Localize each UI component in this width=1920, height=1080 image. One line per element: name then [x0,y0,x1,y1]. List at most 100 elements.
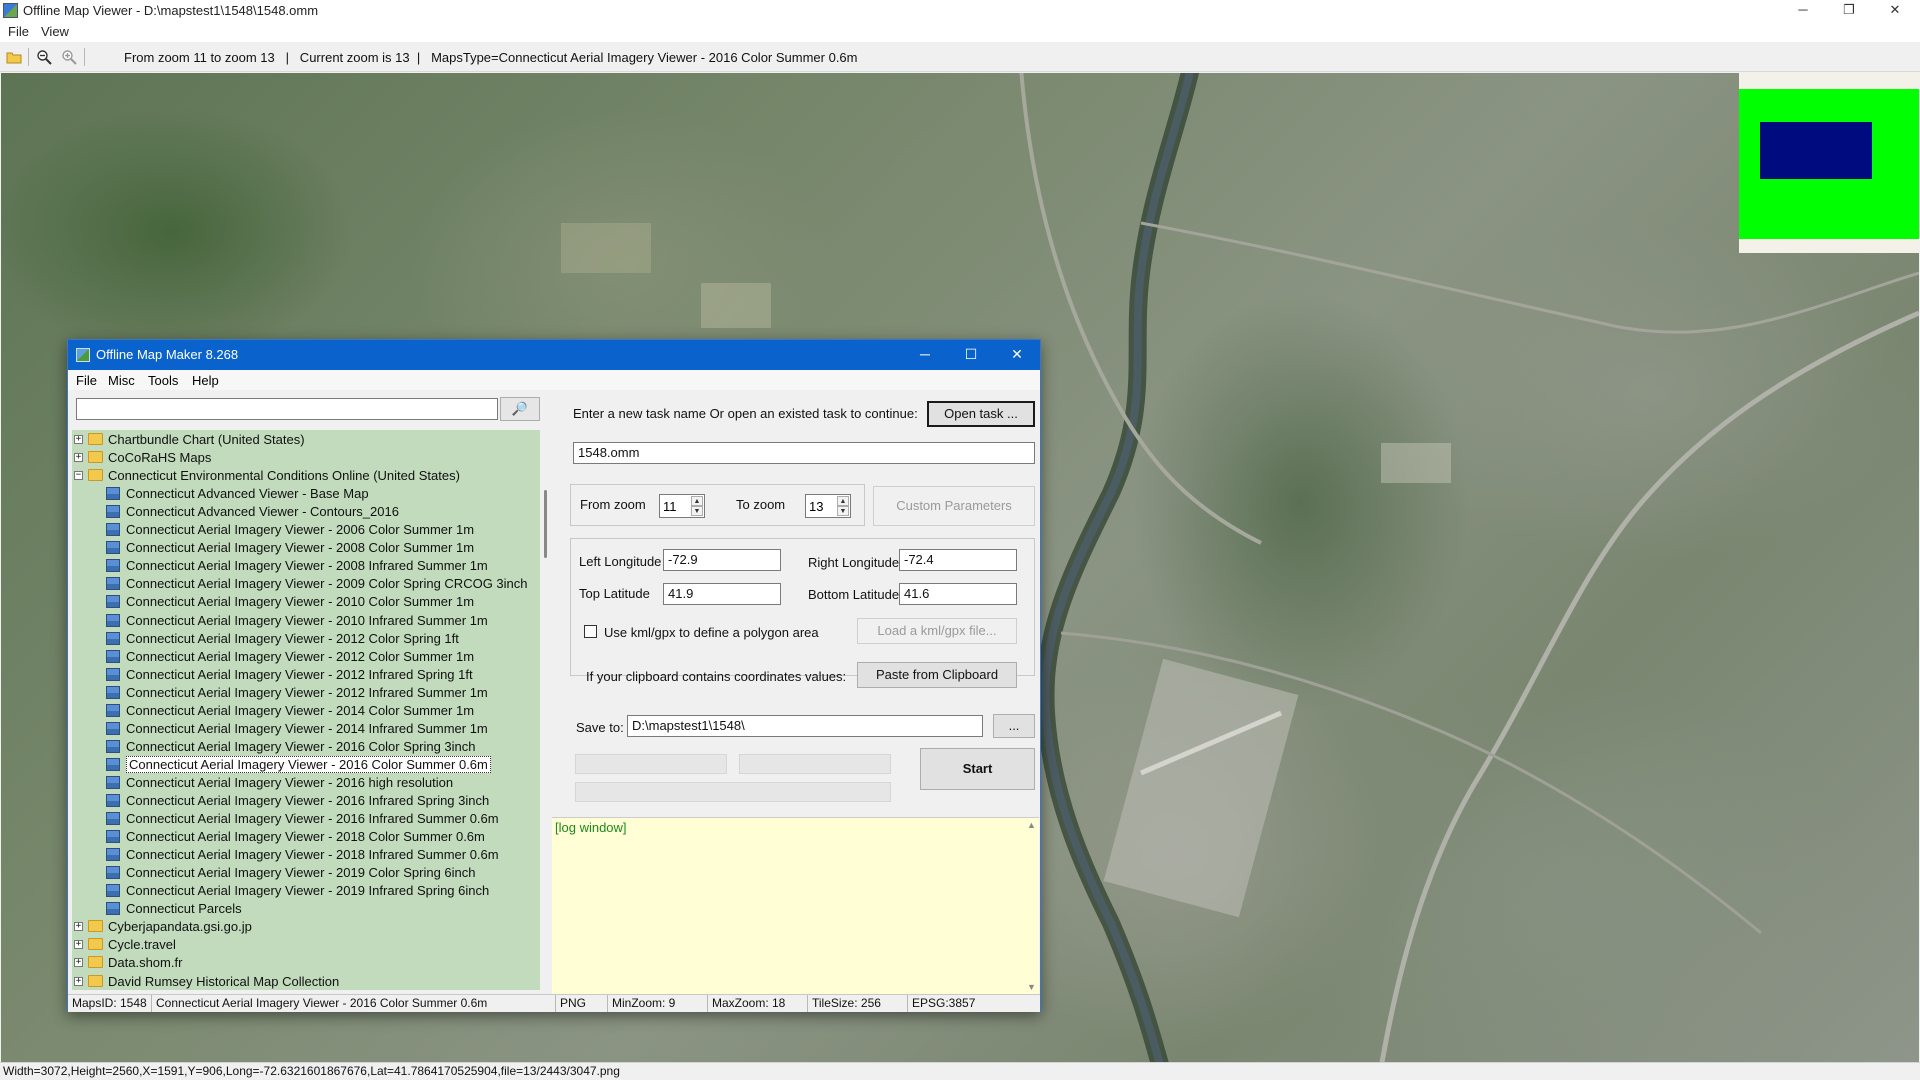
dialog-maximize-button[interactable]: ☐ [948,340,994,370]
close-button[interactable]: ✕ [1872,0,1918,22]
spin-up-icon[interactable]: ▲ [837,496,849,506]
bottom-latitude-input[interactable]: 41.6 [899,583,1017,605]
tree-scroll-thumb[interactable] [544,490,547,558]
zoom-in-icon[interactable] [61,49,77,65]
tree-map-node[interactable]: Connecticut Aerial Imagery Viewer - 2016… [72,792,530,810]
dialog-menu-tools[interactable]: Tools [148,373,178,388]
tree-folder-node[interactable]: + Cycle.travel [72,936,530,954]
paste-clipboard-button[interactable]: Paste from Clipboard [857,662,1017,688]
log-scrollbar[interactable]: ▲ ▼ [1025,818,1039,996]
tree-node-label: Connecticut Aerial Imagery Viewer - 2010… [126,594,475,610]
dialog-menu-file[interactable]: File [76,373,97,388]
minimize-button[interactable]: ─ [1780,0,1826,22]
expand-icon[interactable]: + [74,940,83,950]
tree-map-node[interactable]: Connecticut Aerial Imagery Viewer - 2012… [72,648,530,666]
dialog-menu-misc[interactable]: Misc [108,373,135,388]
expand-icon[interactable]: + [74,453,83,463]
spin-down-icon[interactable]: ▼ [691,506,703,516]
map-layer-icon [106,523,120,537]
tree-node-label: Connecticut Aerial Imagery Viewer - 2006… [126,522,475,538]
collapse-icon[interactable]: − [74,471,83,481]
right-longitude-input[interactable]: -72.4 [899,549,1017,571]
top-latitude-input[interactable]: 41.9 [663,583,781,605]
toolbar: From zoom 11 to zoom 13 | Current zoom i… [0,42,1920,72]
tree-map-node[interactable]: Connecticut Aerial Imagery Viewer - 2016… [72,774,530,792]
tree-node-label: Connecticut Aerial Imagery Viewer - 2016… [126,811,499,827]
tree-map-node[interactable]: Connecticut Aerial Imagery Viewer - 2008… [72,557,530,575]
expand-icon[interactable]: + [74,922,83,932]
left-longitude-input[interactable]: -72.9 [663,549,781,571]
open-folder-icon[interactable] [6,49,22,65]
tree-map-node[interactable]: Connecticut Aerial Imagery Viewer - 2010… [72,612,530,630]
dialog-title-bar[interactable]: Offline Map Maker 8.268 ─ ☐ ✕ [68,340,1040,370]
start-button[interactable]: Start [920,748,1035,790]
menu-view[interactable]: View [38,24,72,39]
log-window[interactable]: [log window] ▲ ▼ [552,817,1039,997]
dialog-minimize-button[interactable]: ─ [902,340,948,370]
tree-map-node[interactable]: Connecticut Aerial Imagery Viewer - 2014… [72,702,530,720]
map-search-button[interactable]: 🔎 [500,397,540,421]
tree-map-node[interactable]: Connecticut Aerial Imagery Viewer - 2012… [72,630,530,648]
tree-map-node[interactable]: Connecticut Advanced Viewer - Base Map [72,485,530,503]
tree-folder-node[interactable]: + Cyberjapandata.gsi.go.jp [72,918,530,936]
tree-map-node[interactable]: Connecticut Aerial Imagery Viewer - 2014… [72,720,530,738]
spin-up-icon[interactable]: ▲ [691,496,703,506]
tree-map-node[interactable]: Connecticut Aerial Imagery Viewer - 2009… [72,575,530,593]
tree-node-label: Connecticut Aerial Imagery Viewer - 2016… [126,755,491,773]
map-layer-icon [106,487,120,501]
dialog-close-button[interactable]: ✕ [994,340,1040,370]
spin-down-icon[interactable]: ▼ [837,506,849,516]
tree-folder-node[interactable]: + Chartbundle Chart (United States) [72,431,530,449]
clipboard-label: If your clipboard contains coordinates v… [586,669,847,684]
tree-map-node[interactable]: Connecticut Aerial Imagery Viewer - 2006… [72,521,530,539]
tree-map-node[interactable]: Connecticut Aerial Imagery Viewer - 2019… [72,864,530,882]
tree-folder-node[interactable]: − Connecticut Environmental Conditions On… [72,467,530,485]
window-title-bar[interactable]: Offline Map Viewer - D:\mapstest1\1548\1… [0,0,1920,22]
tree-map-node[interactable]: Connecticut Aerial Imagery Viewer - 2018… [72,828,530,846]
map-source-tree[interactable]: + Chartbundle Chart (United States) + CoCoR… [72,430,540,990]
expand-icon[interactable]: + [74,958,83,968]
tree-map-node[interactable]: Connecticut Parcels [72,900,530,918]
maximize-button[interactable]: ❐ [1826,0,1872,22]
expand-icon[interactable]: + [74,976,83,986]
tree-folder-node[interactable]: + Data.shom.fr [72,954,530,972]
tree-node-label: Connecticut Aerial Imagery Viewer - 2009… [126,576,528,592]
tree-map-node[interactable]: Connecticut Aerial Imagery Viewer - 2012… [72,666,530,684]
tree-map-node[interactable]: Connecticut Aerial Imagery Viewer - 2016… [72,738,530,756]
tree-folder-node[interactable]: + David Rumsey Historical Map Collection [72,973,530,991]
from-zoom-spinner[interactable]: 11 ▲ ▼ [659,494,705,518]
save-path-input[interactable]: D:\mapstest1\1548\ [627,715,983,737]
map-layer-icon [106,559,120,573]
tree-map-node[interactable]: Connecticut Aerial Imagery Viewer - 2016… [72,755,530,774]
to-zoom-spinner[interactable]: 13 ▲ ▼ [805,494,851,518]
tree-node-label: Cycle.travel [108,937,176,953]
map-layer-icon [106,505,120,519]
custom-parameters-button[interactable]: Custom Parameters [873,486,1035,526]
tree-map-node[interactable]: Connecticut Aerial Imagery Viewer - 2008… [72,539,530,557]
scroll-down-icon[interactable]: ▼ [1027,982,1036,992]
tree-map-node[interactable]: Connecticut Aerial Imagery Viewer - 2012… [72,684,530,702]
open-task-button[interactable]: Open task ... [927,401,1035,427]
menu-file[interactable]: File [5,24,32,39]
folder-icon [88,938,103,951]
status-format: PNG [556,995,608,1012]
tree-map-node[interactable]: Connecticut Advanced Viewer - Contours_2… [72,503,530,521]
tree-node-label: Connecticut Aerial Imagery Viewer - 2008… [126,540,475,556]
map-search-input[interactable] [76,398,498,420]
load-kml-button[interactable]: Load a kml/gpx file... [857,618,1017,644]
tree-map-node[interactable]: Connecticut Aerial Imagery Viewer - 2016… [72,810,530,828]
tree-map-node[interactable]: Connecticut Aerial Imagery Viewer - 2018… [72,846,530,864]
tree-folder-node[interactable]: + CoCoRaHS Maps [72,449,530,467]
zoom-out-icon[interactable] [36,49,52,65]
expand-icon[interactable]: + [74,435,83,444]
minimap-viewport[interactable] [1760,122,1872,179]
task-name-input[interactable]: 1548.omm [573,442,1035,464]
minimap[interactable] [1739,73,1919,253]
scroll-up-icon[interactable]: ▲ [1027,820,1036,830]
dialog-menu-help[interactable]: Help [192,373,219,388]
tree-map-node[interactable]: Connecticut Aerial Imagery Viewer - 2019… [72,882,530,900]
map-layer-icon [106,848,120,862]
kml-polygon-checkbox[interactable] [584,625,597,638]
tree-map-node[interactable]: Connecticut Aerial Imagery Viewer - 2010… [72,593,530,611]
browse-folder-button[interactable]: ... [993,714,1035,738]
